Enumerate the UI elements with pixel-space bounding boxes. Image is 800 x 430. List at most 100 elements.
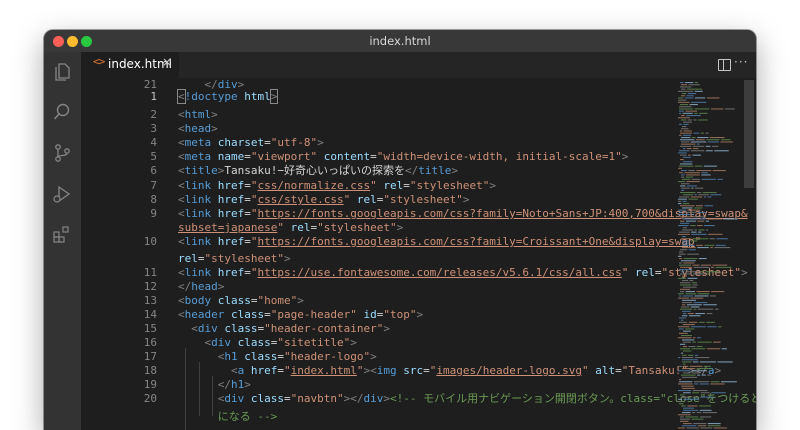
minimap-line: [678, 277, 686, 279]
split-editor-icon[interactable]: [718, 59, 731, 71]
minimap-line: [678, 203, 682, 205]
minimap-line: [694, 383, 699, 385]
minimap-line: [688, 154, 691, 156]
minimap-line: [683, 148, 686, 150]
minimap-line: [682, 93, 687, 95]
code-text: <html>: [178, 108, 218, 121]
minimap-line: [683, 211, 697, 213]
minimap-line: [682, 304, 686, 306]
line-number: 5: [150, 150, 157, 163]
line-number: 21: [143, 78, 157, 91]
minimap-line: [707, 141, 719, 143]
minimap-line: [710, 247, 713, 249]
minimap-line: [694, 295, 709, 297]
minimap-line: [692, 284, 698, 286]
minimap-line: [684, 172, 700, 174]
more-actions-icon[interactable]: ···: [734, 55, 748, 69]
minimap-line: [680, 163, 693, 165]
minimap-line: [683, 372, 691, 374]
minimap-line: [682, 299, 696, 301]
minimap-line: [699, 416, 712, 418]
code-text: になる -->: [217, 410, 278, 423]
minimap-line: [699, 218, 706, 220]
minimap-line: [693, 266, 710, 268]
minimap-line: [688, 198, 698, 200]
minimap-line: [683, 330, 691, 332]
minimap-line: [685, 291, 695, 293]
minimap[interactable]: [676, 80, 740, 430]
code-text: <link href="https://fonts.googleapis.com…: [178, 207, 748, 220]
minimap-line: [706, 321, 715, 323]
minimap-line: [682, 425, 697, 427]
minimap-line: [679, 253, 686, 255]
run-debug-icon[interactable]: [52, 184, 72, 204]
minimap-line: [689, 104, 698, 106]
minimap-line: [707, 196, 712, 198]
minimap-line: [680, 420, 689, 422]
minimap-line: [679, 196, 690, 198]
search-icon[interactable]: [52, 102, 72, 122]
minimap-line: [694, 108, 710, 110]
minimap-line: [698, 119, 708, 121]
vertical-scrollbar[interactable]: [744, 80, 754, 188]
window-title: index.html: [369, 34, 431, 48]
minimap-line: [705, 132, 709, 134]
minimap-line: [680, 82, 684, 84]
minimap-line: [685, 110, 698, 112]
minimap-line: [678, 293, 684, 295]
minimap-line: [697, 374, 701, 376]
minimap-line: [682, 112, 693, 114]
minimap-line: [686, 95, 694, 97]
minimap-line: [680, 192, 696, 194]
minimap-line: [717, 178, 723, 180]
code-editor[interactable]: 1 <!doctype html> 2 <html> 3 <head> 4 <meta cha…: [81, 78, 756, 430]
code-text: <meta charset="utf-8">: [178, 136, 324, 149]
minimap-line: [680, 343, 686, 345]
minimap-line: [687, 253, 699, 255]
minimap-line: [679, 328, 684, 330]
minimap-line: [697, 192, 702, 194]
minimap-line: [687, 88, 703, 90]
extensions-icon[interactable]: [52, 224, 72, 244]
minimap-line: [680, 132, 692, 134]
minimap-line: [683, 216, 692, 218]
minimap-line: [681, 352, 684, 354]
minimap-line: [680, 86, 692, 88]
tab-index-html[interactable]: <> index.html ×: [81, 52, 179, 78]
minimap-line: [680, 249, 688, 251]
minimap-line: [682, 236, 686, 238]
minimap-line: [706, 139, 720, 141]
minimap-line: [683, 242, 690, 244]
minimap-line: [683, 324, 695, 326]
minimap-line: [706, 348, 721, 350]
minimap-line: [683, 350, 692, 352]
minimap-line: [704, 244, 715, 246]
source-control-icon[interactable]: [52, 143, 72, 163]
minimap-line: [694, 112, 698, 114]
minimap-line: [681, 128, 689, 130]
minimap-line: [706, 313, 713, 315]
minimap-line: [681, 170, 687, 172]
close-tab-icon[interactable]: ×: [162, 55, 172, 69]
minimap-line: [690, 141, 707, 143]
minimap-line: [683, 409, 699, 411]
minimap-line: [679, 321, 688, 323]
files-icon[interactable]: [52, 62, 72, 82]
minimap-line: [679, 165, 694, 167]
minimap-line: [692, 341, 696, 343]
minimap-line: [681, 95, 686, 97]
minimap-line: [691, 137, 696, 139]
minimap-line: [681, 176, 685, 178]
minimap-line: [692, 145, 705, 147]
minimap-line: [681, 319, 684, 321]
minimap-line: [703, 304, 717, 306]
minimap-line: [681, 306, 690, 308]
minimap-line: [701, 174, 711, 176]
minimap-line: [678, 357, 681, 359]
minimap-line: [679, 317, 687, 319]
minimap-line: [698, 211, 706, 213]
minimap-line: [679, 264, 691, 266]
minimap-line: [683, 341, 691, 343]
minimap-line: [707, 326, 717, 328]
minimap-line: [693, 381, 710, 383]
